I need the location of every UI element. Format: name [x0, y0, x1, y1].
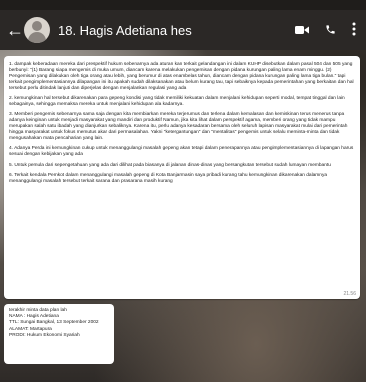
message-paragraph: 1. dampak keberadaan mereka dari prespek… [9, 62, 354, 91]
arrow-left-icon[interactable]: ← [6, 20, 24, 41]
message-line: PRODI: Hukum Ekonomi Syariah [9, 332, 80, 338]
message-timestamp: 21.56 [343, 291, 356, 297]
message-paragraph: 3. Memberi pengemis sebenarnya sama saja… [9, 112, 348, 141]
message-bubble-incoming[interactable]: 1. dampak keberadaan mereka dari prespek… [4, 56, 360, 299]
header-actions [295, 22, 360, 39]
message-paragraph: 2. kemungkinan hal tersebut dikarenakan … [9, 96, 345, 107]
chat-title[interactable]: 18. Hagis Adetiana hes [58, 23, 295, 38]
message-line: TTL: Sungai Bangkal, 13 September 2002 [9, 320, 99, 326]
video-call-icon[interactable] [295, 22, 309, 38]
message-paragraph: 6. Terkait kendala Pemkot dalam menanggu… [9, 173, 328, 184]
phone-icon[interactable] [325, 22, 336, 38]
message-paragraph: 4. Adanya Perda ini kemungkinan cukup un… [9, 146, 354, 158]
status-bar [0, 0, 366, 10]
more-vertical-icon[interactable] [352, 22, 356, 39]
message-bubble-outgoing[interactable]: terakhir minta data plan lah NAMA : Hagi… [4, 304, 114, 364]
avatar[interactable] [24, 17, 50, 43]
chat-header: ← 18. Hagis Adetiana hes [0, 10, 366, 50]
message-paragraph: 5. Untuk pemula dari sepengetahuan yang … [9, 162, 331, 168]
